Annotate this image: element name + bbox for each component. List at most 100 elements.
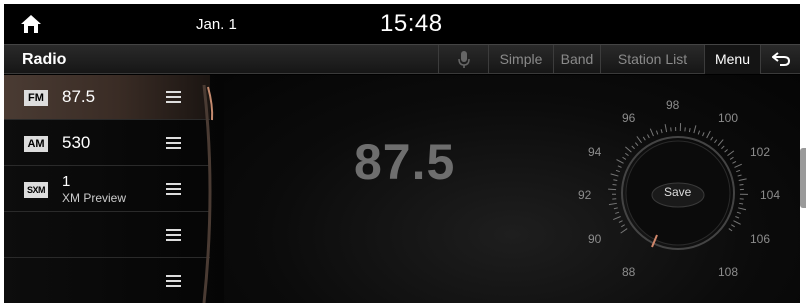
dial-tick xyxy=(738,178,747,182)
dial-label: 98 xyxy=(666,98,680,112)
dial-tick xyxy=(721,145,725,150)
dial-tick xyxy=(620,228,628,234)
back-arrow-icon xyxy=(772,52,790,66)
current-frequency: 87.5 xyxy=(354,134,456,190)
dial-label: 92 xyxy=(578,188,592,202)
dial-tick xyxy=(717,139,724,147)
status-bar: Jan. 1 15:48 xyxy=(4,4,800,44)
dial-tick xyxy=(736,211,741,214)
dial-label: 104 xyxy=(760,188,781,202)
save-button[interactable]: Save xyxy=(664,185,691,199)
dial-tick xyxy=(615,169,620,173)
list-icon[interactable] xyxy=(166,275,181,288)
list-icon[interactable] xyxy=(166,229,181,242)
dial-tick xyxy=(621,224,625,228)
dial-tick xyxy=(649,128,654,137)
dial-tick xyxy=(734,163,742,168)
preset-channel-name: XM Preview xyxy=(62,191,127,205)
voice-button[interactable] xyxy=(438,45,488,74)
dial-label: 108 xyxy=(718,265,739,279)
dial-tick xyxy=(714,139,718,144)
dial-tick xyxy=(693,125,697,134)
dial-tick xyxy=(724,149,728,153)
radio-screen: Jan. 1 15:48 Radio Simple Band Station L… xyxy=(0,0,806,303)
preset-list: FM 87.5 AM 530 SXM 1 XM Preview xyxy=(4,75,224,303)
preset-item[interactable] xyxy=(4,259,210,303)
preset-item[interactable]: FM 87.5 xyxy=(4,75,210,120)
dial-tick xyxy=(739,184,744,186)
tab-simple[interactable]: Simple xyxy=(488,45,553,74)
page-title: Radio xyxy=(22,51,67,68)
dial-tick xyxy=(702,132,705,137)
microphone-icon xyxy=(458,51,470,68)
dial-tick xyxy=(647,134,650,139)
tab-band[interactable]: Band xyxy=(553,45,600,74)
frame-edge xyxy=(0,0,806,4)
preset-frequency: 530 xyxy=(62,133,91,152)
dial-tick xyxy=(613,179,618,182)
dial-tick xyxy=(612,184,617,186)
frame-edge xyxy=(0,0,4,303)
preset-item[interactable]: SXM 1 XM Preview xyxy=(4,167,210,212)
dial-tick xyxy=(615,211,620,214)
dial-tick xyxy=(731,224,735,228)
dial-tick xyxy=(727,150,735,157)
menu-button[interactable]: Menu xyxy=(704,45,760,74)
list-icon[interactable] xyxy=(166,137,181,150)
dial-tick xyxy=(729,156,734,160)
dial-tick xyxy=(625,146,632,153)
dial-tick xyxy=(732,161,737,164)
band-badge: FM xyxy=(24,90,48,106)
list-icon[interactable] xyxy=(166,91,181,104)
date-label: Jan. 1 xyxy=(196,16,237,33)
dial-tick xyxy=(710,136,714,141)
preset-item[interactable] xyxy=(4,213,210,258)
dial-label: 94 xyxy=(588,145,602,159)
dial-tick xyxy=(688,128,691,133)
dial-tick xyxy=(737,174,742,177)
preset-item[interactable]: AM 530 xyxy=(4,121,210,166)
dial-tick xyxy=(625,152,629,157)
dial-tick xyxy=(613,216,621,221)
dial-tick xyxy=(733,220,741,225)
dial-tick xyxy=(618,220,623,223)
dial-tick xyxy=(616,159,624,164)
dial-tick xyxy=(706,130,711,139)
dial-tick xyxy=(736,169,741,173)
dial-tick xyxy=(728,228,733,232)
dial-tick xyxy=(610,173,619,177)
dial-tick xyxy=(617,165,622,168)
dial-tick xyxy=(642,136,646,141)
dial-tick xyxy=(631,145,635,150)
dial-label: 100 xyxy=(718,111,739,125)
dial-tick xyxy=(608,202,617,206)
list-icon[interactable] xyxy=(166,183,181,196)
back-button[interactable] xyxy=(760,45,800,74)
side-handle[interactable] xyxy=(800,148,806,208)
band-badge: AM xyxy=(24,136,48,152)
dial-tick xyxy=(622,156,627,160)
preset-frequency: 87.5 xyxy=(62,87,96,106)
dial-label: 106 xyxy=(750,232,771,246)
dial-tick xyxy=(636,136,642,144)
band-badge: SXM xyxy=(24,182,48,198)
dial-label: 90 xyxy=(588,232,602,246)
dial-tick xyxy=(735,216,740,219)
dial-tick xyxy=(738,207,747,211)
home-icon[interactable] xyxy=(20,14,42,34)
clock-label: 15:48 xyxy=(380,10,443,37)
dial-label: 88 xyxy=(622,265,636,279)
dial-tick xyxy=(697,130,701,135)
dial-tick xyxy=(660,129,663,134)
preset-frequency: 1 xyxy=(62,173,71,190)
dial-tick xyxy=(634,142,639,147)
title-bar: Radio Simple Band Station List Menu xyxy=(4,44,800,74)
dial-tick xyxy=(739,202,744,205)
dial-label: 96 xyxy=(622,111,636,125)
dial-tick xyxy=(655,130,659,135)
tab-station-list[interactable]: Station List xyxy=(600,45,704,74)
dial-label: 102 xyxy=(750,145,771,159)
dial-tick xyxy=(613,207,618,210)
dial-tick xyxy=(664,124,668,133)
main-panel: 87.5 98 100 102 104 106 108 88 90 92 94 … xyxy=(224,75,800,303)
